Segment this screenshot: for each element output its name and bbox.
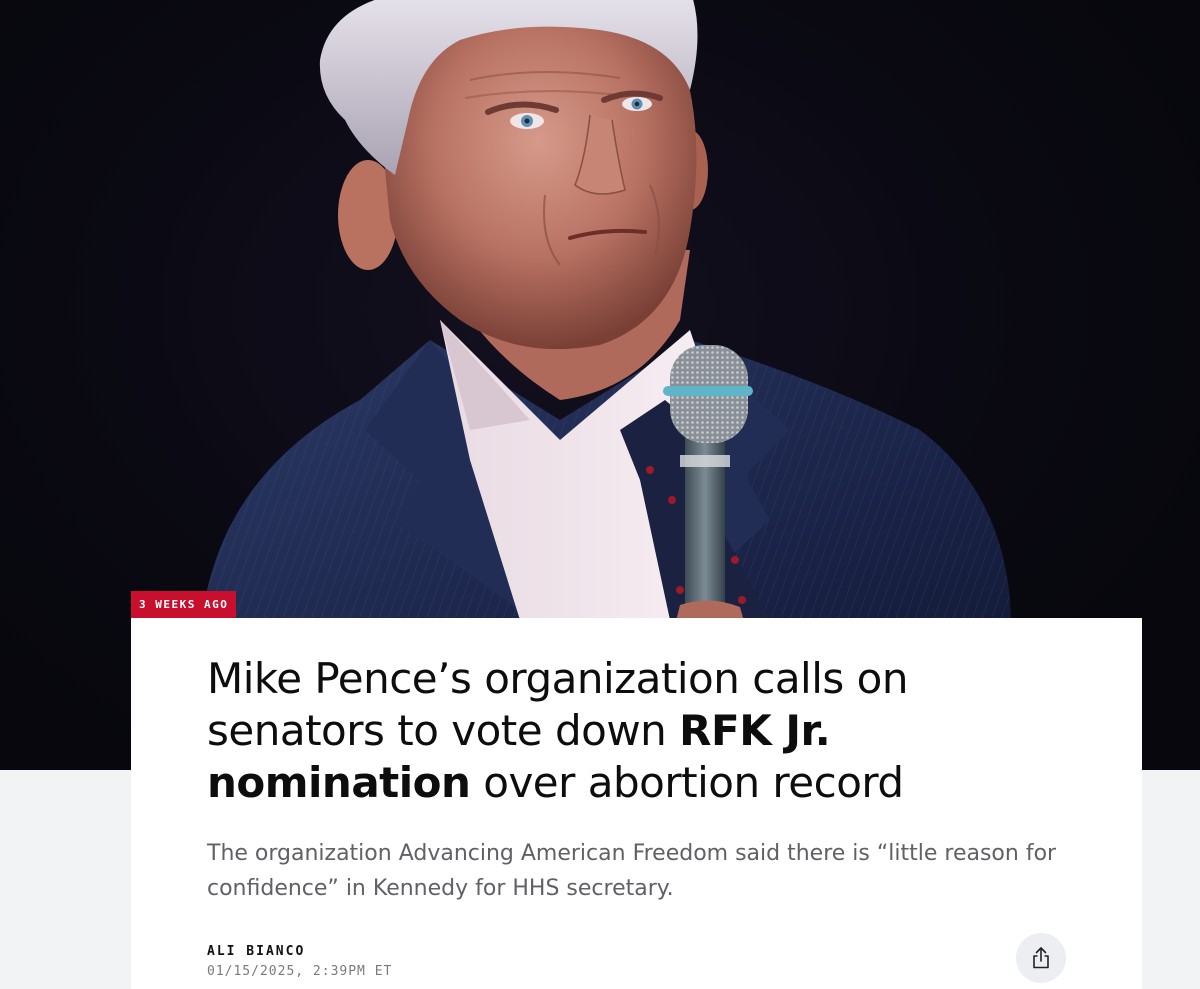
publish-timestamp: 01/15/2025, 2:39PM ET: [207, 964, 393, 979]
headline-text-end: over abortion record: [470, 758, 904, 807]
share-button[interactable]: [1016, 933, 1066, 983]
share-icon: [1033, 947, 1049, 969]
author-name[interactable]: ALI BIANCO: [207, 944, 392, 960]
article-headline[interactable]: Mike Pence’s organization calls on senat…: [207, 653, 1087, 809]
time-ago-badge: 3 WEEKS AGO: [131, 591, 237, 618]
article-dek: The organization Advancing American Free…: [207, 841, 1057, 901]
article-card: Mike Pence’s organization calls on senat…: [131, 618, 1142, 989]
byline: ALI BIANCO 01/15/2025, 2:39PM ET: [207, 944, 392, 980]
